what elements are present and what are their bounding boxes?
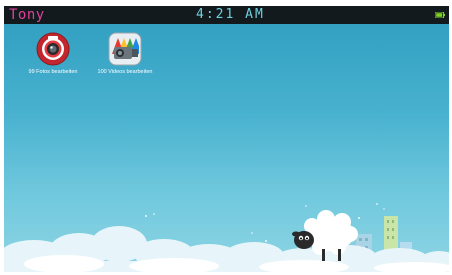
clock: 4:21 AM — [196, 7, 265, 22]
battery-icon — [435, 12, 445, 18]
status-bar: Tony 4:21 AM — [4, 6, 449, 24]
user-name: Tony — [9, 7, 45, 23]
desktop-screen: Tony 4:21 AM 99 Fotos bearbeiten 100 Vid… — [4, 6, 449, 272]
icon-label: 100 Videos bearbeiten — [97, 69, 153, 75]
desktop-icon-photos[interactable]: 99 Fotos bearbeiten — [18, 32, 88, 82]
camera-icon — [36, 32, 70, 66]
icon-label: 99 Fotos bearbeiten — [28, 69, 78, 75]
video-camera-icon — [108, 32, 142, 66]
desktop-icon-videos[interactable]: 100 Videos bearbeiten — [90, 32, 160, 82]
